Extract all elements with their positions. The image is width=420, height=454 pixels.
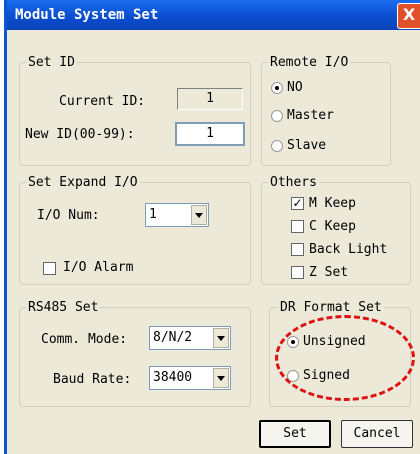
set-id-legend: Set ID xyxy=(26,55,77,70)
annotation-oval xyxy=(275,315,415,401)
back-light-checkbox[interactable] xyxy=(291,243,304,256)
remote-no-label: NO xyxy=(287,80,303,95)
chevron-down-icon[interactable] xyxy=(213,328,229,348)
comm-mode-select[interactable]: 8/N/2 xyxy=(149,326,231,350)
io-alarm-label: I/O Alarm xyxy=(63,260,134,275)
c-keep-checkbox[interactable] xyxy=(291,220,304,233)
m-keep-label: M Keep xyxy=(309,196,356,211)
baud-rate-select[interactable]: 38400 xyxy=(149,366,231,390)
remote-master-label: Master xyxy=(287,108,334,123)
comm-mode-value: 8/N/2 xyxy=(153,330,193,345)
m-keep-checkbox[interactable]: ✓ xyxy=(291,197,304,210)
io-alarm-checkbox[interactable] xyxy=(43,262,56,275)
remote-slave-label: Slave xyxy=(287,138,327,153)
expand-io-legend: Set Expand I/O xyxy=(26,175,140,190)
new-id-input[interactable]: 1 xyxy=(175,122,245,146)
window-title: Module System Set xyxy=(15,7,159,23)
z-set-checkbox[interactable] xyxy=(291,266,304,279)
baud-rate-label: Baud Rate: xyxy=(53,372,132,387)
io-num-select[interactable]: 1 xyxy=(145,203,209,227)
rs485-legend: RS485 Set xyxy=(26,300,101,315)
back-light-label: Back Light xyxy=(309,242,388,257)
radio-remote-no[interactable] xyxy=(271,82,283,94)
io-num-label: I/O Num: xyxy=(37,208,100,223)
c-keep-label: C Keep xyxy=(309,219,356,234)
others-legend: Others xyxy=(268,175,319,190)
current-id-value: 1 xyxy=(177,88,243,110)
dr-format-legend: DR Format Set xyxy=(278,300,384,315)
cancel-button[interactable]: Cancel xyxy=(341,420,413,448)
chevron-down-icon[interactable] xyxy=(213,368,229,388)
close-icon: X xyxy=(402,5,416,24)
radio-remote-master[interactable] xyxy=(271,110,283,122)
comm-mode-label: Comm. Mode: xyxy=(41,332,128,347)
io-num-value: 1 xyxy=(149,207,157,222)
baud-rate-value: 38400 xyxy=(153,370,193,385)
current-id-label: Current ID: xyxy=(59,94,146,109)
dialog-window: Module System Set X Set ID Current ID: 1… xyxy=(4,0,420,454)
remote-io-legend: Remote I/O xyxy=(268,55,351,70)
set-button[interactable]: Set xyxy=(259,420,331,448)
set-id-group: Set ID xyxy=(19,55,251,166)
new-id-label: New ID(00-99): xyxy=(25,127,135,142)
z-set-label: Z Set xyxy=(309,265,349,280)
title-bar[interactable]: Module System Set X xyxy=(7,0,420,30)
rs485-group: RS485 Set xyxy=(19,300,251,407)
chevron-down-icon[interactable] xyxy=(191,205,207,225)
close-button[interactable]: X xyxy=(397,3,420,29)
radio-remote-slave[interactable] xyxy=(271,140,283,152)
